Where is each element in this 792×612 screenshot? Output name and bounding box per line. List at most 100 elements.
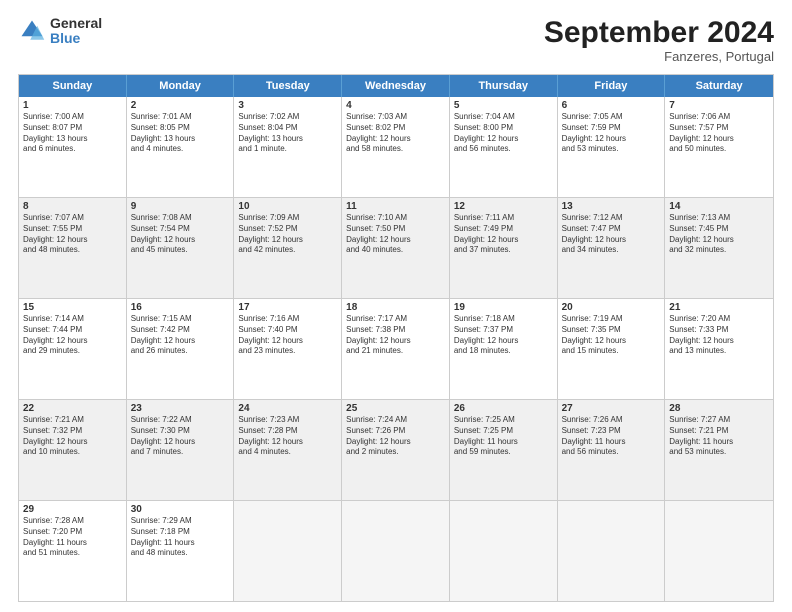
day-info: Sunrise: 7:16 AM Sunset: 7:40 PM Dayligh… [238, 314, 337, 357]
calendar-cell: 3Sunrise: 7:02 AM Sunset: 8:04 PM Daylig… [234, 97, 342, 197]
day-info: Sunrise: 7:21 AM Sunset: 7:32 PM Dayligh… [23, 415, 122, 458]
day-info: Sunrise: 7:08 AM Sunset: 7:54 PM Dayligh… [131, 213, 230, 256]
month-title: September 2024 [544, 16, 774, 49]
calendar-cell: 21Sunrise: 7:20 AM Sunset: 7:33 PM Dayli… [665, 299, 773, 399]
day-number: 24 [238, 403, 337, 414]
day-number: 18 [346, 302, 445, 313]
calendar-cell: 15Sunrise: 7:14 AM Sunset: 7:44 PM Dayli… [19, 299, 127, 399]
calendar-cell: 29Sunrise: 7:28 AM Sunset: 7:20 PM Dayli… [19, 501, 127, 601]
day-number: 14 [669, 201, 769, 212]
day-info: Sunrise: 7:28 AM Sunset: 7:20 PM Dayligh… [23, 516, 122, 559]
day-info: Sunrise: 7:05 AM Sunset: 7:59 PM Dayligh… [562, 112, 661, 155]
calendar-cell: 18Sunrise: 7:17 AM Sunset: 7:38 PM Dayli… [342, 299, 450, 399]
calendar-cell: 10Sunrise: 7:09 AM Sunset: 7:52 PM Dayli… [234, 198, 342, 298]
header-thursday: Thursday [450, 75, 558, 97]
logo-icon [18, 17, 46, 45]
day-number: 17 [238, 302, 337, 313]
day-info: Sunrise: 7:11 AM Sunset: 7:49 PM Dayligh… [454, 213, 553, 256]
day-info: Sunrise: 7:20 AM Sunset: 7:33 PM Dayligh… [669, 314, 769, 357]
calendar-cell: 2Sunrise: 7:01 AM Sunset: 8:05 PM Daylig… [127, 97, 235, 197]
calendar-cell: 26Sunrise: 7:25 AM Sunset: 7:25 PM Dayli… [450, 400, 558, 500]
day-number: 27 [562, 403, 661, 414]
calendar-cell: 23Sunrise: 7:22 AM Sunset: 7:30 PM Dayli… [127, 400, 235, 500]
day-number: 11 [346, 201, 445, 212]
day-info: Sunrise: 7:12 AM Sunset: 7:47 PM Dayligh… [562, 213, 661, 256]
calendar: Sunday Monday Tuesday Wednesday Thursday… [18, 74, 774, 602]
calendar-cell: 27Sunrise: 7:26 AM Sunset: 7:23 PM Dayli… [558, 400, 666, 500]
calendar-cell: 9Sunrise: 7:08 AM Sunset: 7:54 PM Daylig… [127, 198, 235, 298]
day-number: 13 [562, 201, 661, 212]
title-block: September 2024 Fanzeres, Portugal [544, 16, 774, 64]
day-info: Sunrise: 7:29 AM Sunset: 7:18 PM Dayligh… [131, 516, 230, 559]
calendar-cell: 14Sunrise: 7:13 AM Sunset: 7:45 PM Dayli… [665, 198, 773, 298]
day-number: 2 [131, 100, 230, 111]
day-number: 9 [131, 201, 230, 212]
calendar-cell [665, 501, 773, 601]
day-number: 19 [454, 302, 553, 313]
day-info: Sunrise: 7:06 AM Sunset: 7:57 PM Dayligh… [669, 112, 769, 155]
logo-blue: Blue [50, 31, 102, 46]
day-number: 1 [23, 100, 122, 111]
day-info: Sunrise: 7:03 AM Sunset: 8:02 PM Dayligh… [346, 112, 445, 155]
day-info: Sunrise: 7:27 AM Sunset: 7:21 PM Dayligh… [669, 415, 769, 458]
calendar-cell: 4Sunrise: 7:03 AM Sunset: 8:02 PM Daylig… [342, 97, 450, 197]
calendar-cell: 7Sunrise: 7:06 AM Sunset: 7:57 PM Daylig… [665, 97, 773, 197]
day-info: Sunrise: 7:00 AM Sunset: 8:07 PM Dayligh… [23, 112, 122, 155]
calendar-cell: 24Sunrise: 7:23 AM Sunset: 7:28 PM Dayli… [234, 400, 342, 500]
calendar-body: 1Sunrise: 7:00 AM Sunset: 8:07 PM Daylig… [19, 97, 773, 601]
logo-text: General Blue [50, 16, 102, 47]
logo: General Blue [18, 16, 102, 47]
day-number: 30 [131, 504, 230, 515]
day-info: Sunrise: 7:24 AM Sunset: 7:26 PM Dayligh… [346, 415, 445, 458]
calendar-header: Sunday Monday Tuesday Wednesday Thursday… [19, 75, 773, 97]
day-number: 25 [346, 403, 445, 414]
day-info: Sunrise: 7:09 AM Sunset: 7:52 PM Dayligh… [238, 213, 337, 256]
header-monday: Monday [127, 75, 235, 97]
calendar-cell: 25Sunrise: 7:24 AM Sunset: 7:26 PM Dayli… [342, 400, 450, 500]
day-info: Sunrise: 7:25 AM Sunset: 7:25 PM Dayligh… [454, 415, 553, 458]
day-number: 10 [238, 201, 337, 212]
header-friday: Friday [558, 75, 666, 97]
header-saturday: Saturday [665, 75, 773, 97]
day-number: 28 [669, 403, 769, 414]
day-number: 15 [23, 302, 122, 313]
calendar-row: 1Sunrise: 7:00 AM Sunset: 8:07 PM Daylig… [19, 97, 773, 198]
day-number: 6 [562, 100, 661, 111]
calendar-cell: 5Sunrise: 7:04 AM Sunset: 8:00 PM Daylig… [450, 97, 558, 197]
day-number: 4 [346, 100, 445, 111]
day-info: Sunrise: 7:19 AM Sunset: 7:35 PM Dayligh… [562, 314, 661, 357]
day-info: Sunrise: 7:22 AM Sunset: 7:30 PM Dayligh… [131, 415, 230, 458]
calendar-row: 29Sunrise: 7:28 AM Sunset: 7:20 PM Dayli… [19, 501, 773, 601]
header-wednesday: Wednesday [342, 75, 450, 97]
calendar-cell [558, 501, 666, 601]
logo-general: General [50, 16, 102, 31]
calendar-cell: 22Sunrise: 7:21 AM Sunset: 7:32 PM Dayli… [19, 400, 127, 500]
calendar-cell: 16Sunrise: 7:15 AM Sunset: 7:42 PM Dayli… [127, 299, 235, 399]
calendar-cell: 1Sunrise: 7:00 AM Sunset: 8:07 PM Daylig… [19, 97, 127, 197]
day-info: Sunrise: 7:15 AM Sunset: 7:42 PM Dayligh… [131, 314, 230, 357]
calendar-row: 8Sunrise: 7:07 AM Sunset: 7:55 PM Daylig… [19, 198, 773, 299]
calendar-cell: 30Sunrise: 7:29 AM Sunset: 7:18 PM Dayli… [127, 501, 235, 601]
calendar-cell [234, 501, 342, 601]
day-number: 16 [131, 302, 230, 313]
calendar-cell: 20Sunrise: 7:19 AM Sunset: 7:35 PM Dayli… [558, 299, 666, 399]
day-info: Sunrise: 7:01 AM Sunset: 8:05 PM Dayligh… [131, 112, 230, 155]
calendar-cell: 8Sunrise: 7:07 AM Sunset: 7:55 PM Daylig… [19, 198, 127, 298]
day-info: Sunrise: 7:17 AM Sunset: 7:38 PM Dayligh… [346, 314, 445, 357]
day-info: Sunrise: 7:14 AM Sunset: 7:44 PM Dayligh… [23, 314, 122, 357]
day-number: 3 [238, 100, 337, 111]
calendar-cell: 17Sunrise: 7:16 AM Sunset: 7:40 PM Dayli… [234, 299, 342, 399]
header-tuesday: Tuesday [234, 75, 342, 97]
day-number: 20 [562, 302, 661, 313]
day-info: Sunrise: 7:04 AM Sunset: 8:00 PM Dayligh… [454, 112, 553, 155]
day-number: 22 [23, 403, 122, 414]
day-number: 29 [23, 504, 122, 515]
calendar-cell [450, 501, 558, 601]
day-number: 23 [131, 403, 230, 414]
calendar-cell: 6Sunrise: 7:05 AM Sunset: 7:59 PM Daylig… [558, 97, 666, 197]
day-info: Sunrise: 7:02 AM Sunset: 8:04 PM Dayligh… [238, 112, 337, 155]
day-info: Sunrise: 7:10 AM Sunset: 7:50 PM Dayligh… [346, 213, 445, 256]
day-info: Sunrise: 7:26 AM Sunset: 7:23 PM Dayligh… [562, 415, 661, 458]
header: General Blue September 2024 Fanzeres, Po… [18, 16, 774, 64]
day-info: Sunrise: 7:18 AM Sunset: 7:37 PM Dayligh… [454, 314, 553, 357]
